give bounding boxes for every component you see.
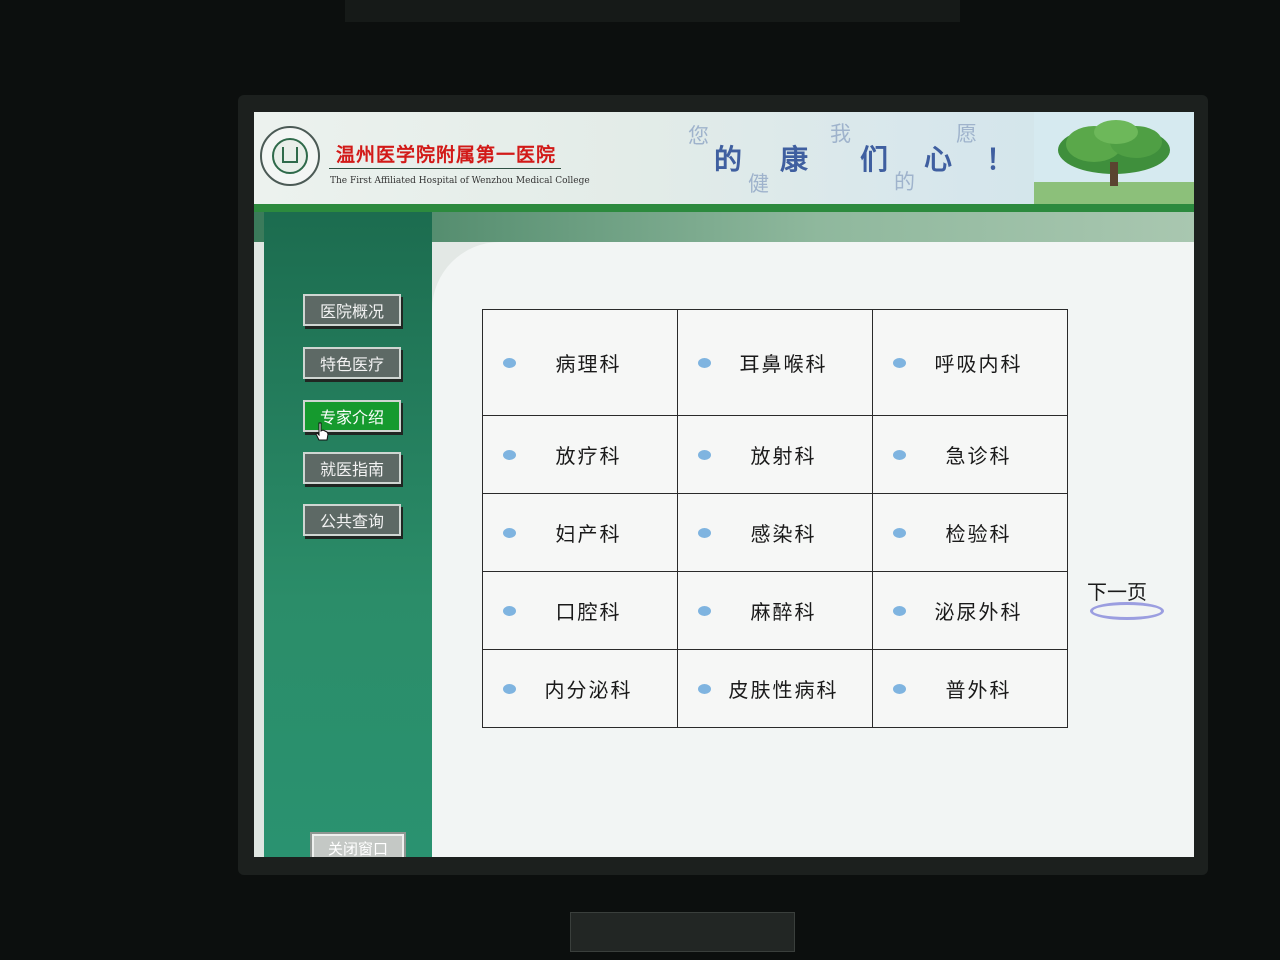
nav-specialty-care-button[interactable]: 特色医疗	[303, 347, 401, 379]
bullet-icon	[893, 357, 906, 368]
grid-row: 病理科 耳鼻喉科 呼吸内科	[482, 309, 1068, 416]
slogan-char: 的	[714, 143, 743, 176]
department-label: 检验科	[945, 522, 1012, 546]
nav-visit-guide-button[interactable]: 就医指南	[303, 452, 401, 484]
department-label: 妇产科	[555, 522, 622, 546]
department-label: 口腔科	[555, 600, 622, 624]
grid-row: 口腔科 麻醉科 泌尿外科	[482, 571, 1068, 650]
kiosk-bezel-top	[345, 0, 960, 22]
nav-public-query-button[interactable]: 公共查询	[303, 504, 401, 536]
bullet-icon	[503, 357, 516, 368]
next-page-link[interactable]: 下一页	[1087, 576, 1147, 605]
department-cell[interactable]: 呼吸内科	[873, 310, 1067, 415]
department-label: 呼吸内科	[934, 352, 1023, 376]
next-page-highlight	[1090, 602, 1164, 620]
department-cell[interactable]: 普外科	[873, 650, 1067, 727]
slogan-char: 愿	[956, 122, 977, 146]
department-label: 病理科	[555, 352, 622, 376]
department-cell[interactable]: 妇产科	[483, 494, 677, 571]
department-cell[interactable]: 放疗科	[483, 416, 677, 493]
department-label: 急诊科	[945, 444, 1012, 468]
department-label: 内分泌科	[544, 678, 633, 702]
slogan-char: 健	[748, 172, 769, 196]
kiosk-card-slot	[570, 912, 795, 952]
kiosk-screen: 温州医学院附属第一医院 The First Affiliated Hospita…	[254, 112, 1194, 857]
bullet-icon	[698, 683, 711, 694]
slogan-char: 我	[830, 122, 851, 146]
bullet-icon	[893, 683, 906, 694]
department-cell[interactable]: 麻醉科	[678, 572, 872, 649]
slogan-char: 们	[860, 143, 889, 176]
content-area: 病理科 耳鼻喉科 呼吸内科 放疗科 放射科 急诊科 妇产科 感染科 检验科 口腔…	[432, 242, 1194, 857]
header-green-stripe	[254, 204, 1194, 212]
department-label: 皮肤性病科	[728, 678, 839, 702]
bullet-icon	[893, 605, 906, 616]
bullet-icon	[698, 605, 711, 616]
hospital-name-en: The First Affiliated Hospital of Wenzhou…	[330, 176, 590, 186]
bullet-icon	[503, 449, 516, 460]
department-cell[interactable]: 放射科	[678, 416, 872, 493]
department-grid: 病理科 耳鼻喉科 呼吸内科 放疗科 放射科 急诊科 妇产科 感染科 检验科 口腔…	[482, 309, 1068, 728]
department-label: 放疗科	[555, 444, 622, 468]
department-cell[interactable]: 急诊科	[873, 416, 1067, 493]
grid-row: 妇产科 感染科 检验科	[482, 493, 1068, 572]
app-header: 温州医学院附属第一医院 The First Affiliated Hospita…	[254, 112, 1194, 204]
bullet-icon	[893, 527, 906, 538]
grid-row: 放疗科 放射科 急诊科	[482, 415, 1068, 494]
bullet-icon	[503, 527, 516, 538]
slogan-char: ！	[986, 143, 1015, 176]
nav-hospital-overview-button[interactable]: 医院概况	[303, 294, 401, 326]
bullet-icon	[893, 449, 906, 460]
department-cell[interactable]: 皮肤性病科	[678, 650, 872, 727]
hand-cursor-icon	[315, 422, 329, 441]
department-label: 耳鼻喉科	[739, 352, 828, 376]
department-cell[interactable]: 内分泌科	[483, 650, 677, 727]
header-divider	[329, 168, 561, 169]
bullet-icon	[698, 449, 711, 460]
slogan-char: 的	[894, 170, 915, 194]
department-label: 感染科	[750, 522, 817, 546]
bullet-icon	[503, 605, 516, 616]
slogan-char: 康	[780, 143, 809, 176]
department-label: 放射科	[750, 444, 817, 468]
bullet-icon	[698, 527, 711, 538]
department-cell[interactable]: 病理科	[483, 310, 677, 415]
slogan-char: 心	[924, 143, 953, 176]
close-window-button[interactable]: 关闭窗口	[310, 832, 406, 857]
bullet-icon	[503, 683, 516, 694]
grid-row: 内分泌科 皮肤性病科 普外科	[482, 649, 1068, 728]
hospital-name-cn: 温州医学院附属第一医院	[336, 144, 557, 166]
department-label: 泌尿外科	[934, 600, 1023, 624]
department-label: 麻醉科	[750, 600, 817, 624]
tree-icon	[1034, 112, 1194, 204]
department-cell[interactable]: 耳鼻喉科	[678, 310, 872, 415]
hospital-logo	[260, 126, 320, 186]
sidebar: 医院概况 特色医疗 专家介绍 就医指南 公共查询 关闭窗口	[264, 212, 432, 857]
content-panel: 病理科 耳鼻喉科 呼吸内科 放疗科 放射科 急诊科 妇产科 感染科 检验科 口腔…	[432, 242, 1194, 857]
hospital-emblem-icon	[272, 138, 308, 174]
department-cell[interactable]: 泌尿外科	[873, 572, 1067, 649]
slogan-char: 您	[688, 124, 709, 148]
department-cell[interactable]: 口腔科	[483, 572, 677, 649]
department-label: 普外科	[945, 678, 1012, 702]
department-cell[interactable]: 检验科	[873, 494, 1067, 571]
department-cell[interactable]: 感染科	[678, 494, 872, 571]
bullet-icon	[698, 357, 711, 368]
